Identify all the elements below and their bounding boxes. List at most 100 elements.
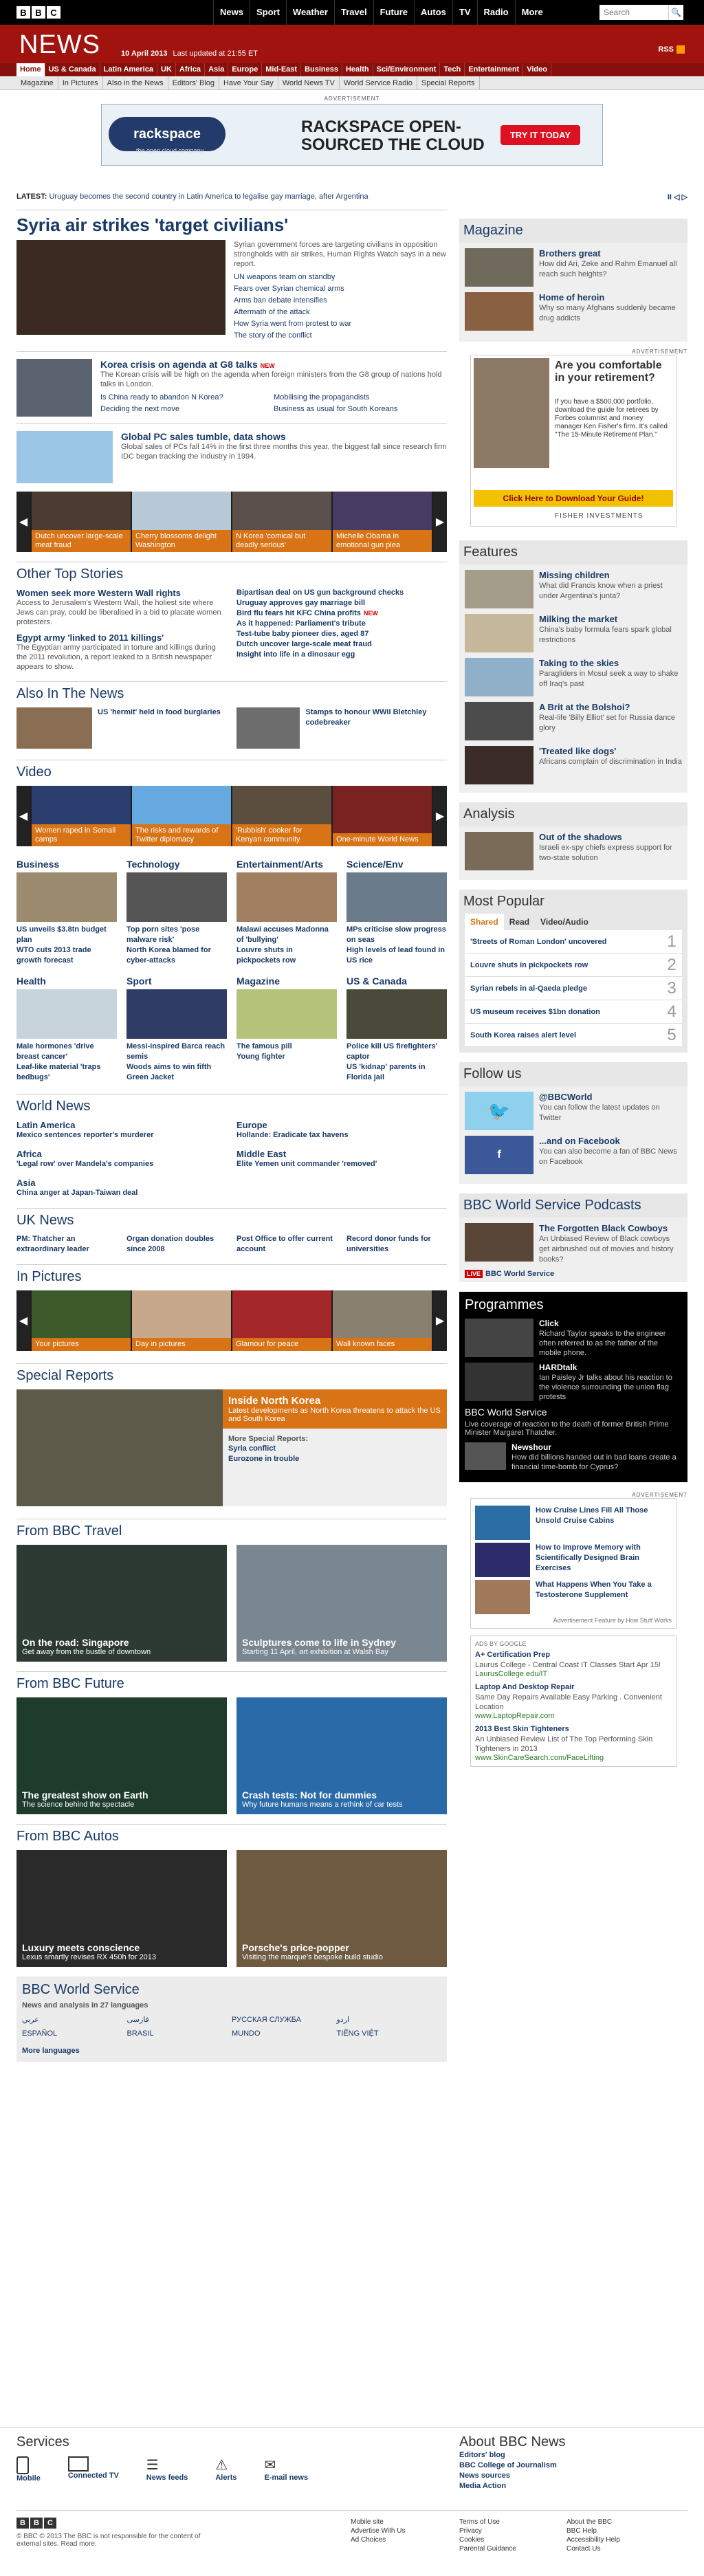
google-ad-url[interactable]: LaurusCollege.edu/IT — [475, 1670, 672, 1678]
section-home[interactable]: Home — [16, 63, 45, 76]
video-prev-arrow[interactable]: ◀ — [16, 786, 30, 846]
autos-card[interactable]: Porsche's price-popper Visiting the marqu… — [236, 1850, 447, 1967]
rackspace-ad[interactable]: rackspace the open cloud company RACKSPA… — [101, 104, 603, 166]
feature-thumb[interactable] — [465, 614, 534, 652]
strip-card[interactable]: Michelle Obama in emotional gun plea — [333, 492, 432, 552]
uk-news-link[interactable]: PM: Thatcher an extraordinary leader — [16, 1234, 117, 1255]
subnav-editors-blog[interactable]: Editors' Blog — [168, 76, 220, 89]
korea-link[interactable]: Business as usual for South Koreans — [274, 404, 447, 415]
magazine-link[interactable]: Brothers great — [539, 248, 682, 258]
future-card[interactable]: The greatest show on Earth The science be… — [16, 1697, 227, 1814]
strip-next-arrow[interactable]: ▶ — [433, 492, 447, 552]
footer-link[interactable]: BBC Help — [566, 2527, 620, 2535]
section-link[interactable]: Police kill US firefighters' captor — [346, 1042, 447, 1062]
ws-language[interactable]: BRASIL — [127, 2027, 232, 2040]
top-story-headline[interactable]: Syria air strikes 'target civilians' — [16, 214, 447, 236]
fisher-ad[interactable]: ADVERTISEMENT Are you comfortable in you… — [459, 349, 688, 527]
top-story-image[interactable] — [16, 240, 226, 335]
about-link[interactable]: Editors' blog — [459, 2450, 566, 2461]
google-ad-title[interactable]: A+ Certification Prep — [475, 1650, 672, 1660]
section-link[interactable]: Young fighter — [236, 1052, 337, 1062]
other-story-headline[interactable]: Egypt army 'linked to 2011 killings' — [16, 632, 227, 643]
section-europe[interactable]: Europe — [228, 63, 263, 76]
feature-link[interactable]: Taking to the skies — [539, 658, 682, 668]
ws-language[interactable]: MUNDO — [232, 2027, 337, 2040]
footer-link[interactable]: Ad Choices — [351, 2535, 405, 2544]
ws-heading[interactable]: BBC World Service — [22, 1982, 441, 1998]
autos-card[interactable]: Luxury meets conscience Lexus smartly rev… — [16, 1850, 227, 1967]
ws-language[interactable]: TIẾNG VIỆT — [337, 2027, 442, 2040]
tab-shared[interactable]: Shared — [465, 914, 504, 930]
section-us-canada[interactable]: US & Canada — [45, 63, 100, 76]
feature-link[interactable]: 'Treated like dogs' — [539, 746, 682, 756]
section-health[interactable]: Health — [342, 63, 373, 76]
podcasts-heading[interactable]: BBC World Service Podcasts — [459, 1193, 688, 1218]
section-uk[interactable]: UK — [157, 63, 176, 76]
also-link[interactable]: Stamps to honour WWII Bletchley codebrea… — [305, 707, 447, 749]
top-story-link[interactable]: UN weapons team on standby — [234, 272, 447, 283]
section-link[interactable]: Messi-inspired Barca reach semis — [126, 1042, 227, 1062]
nav-tv[interactable]: TV — [452, 0, 477, 25]
section-thumb[interactable] — [346, 989, 447, 1039]
ws-language[interactable]: РУССКАЯ СЛУЖБА — [232, 2013, 337, 2027]
region-link[interactable]: Elite Yemen unit commander 'removed' — [236, 1159, 447, 1169]
video-card[interactable]: 'Rubbish' cooker for Kenyan community — [232, 786, 331, 846]
section-latin-america[interactable]: Latin America — [100, 63, 157, 76]
travel-card[interactable]: Sculptures come to life in Sydney Startin… — [236, 1545, 447, 1662]
service-alerts[interactable]: ⚠ Alerts — [215, 2456, 236, 2483]
service-email[interactable]: ✉ E-mail news — [265, 2456, 309, 2483]
subnav-special-reports[interactable]: Special Reports — [417, 76, 480, 89]
also-image[interactable] — [16, 707, 92, 749]
about-link[interactable]: Media Action — [459, 2481, 566, 2491]
magazine-link[interactable]: Home of heroin — [539, 292, 682, 302]
strip-prev-arrow[interactable]: ◀ — [16, 492, 30, 552]
subnav-magazine[interactable]: Magazine — [16, 76, 58, 89]
programme-thumb[interactable] — [465, 1442, 506, 1470]
section-thumb[interactable] — [236, 989, 337, 1039]
top-story-link[interactable]: Fears over Syrian chemical arms — [234, 283, 447, 295]
special-report-link[interactable]: Syria conflict — [228, 1444, 441, 1454]
section-heading[interactable]: Technology — [126, 859, 227, 870]
magazine-thumb[interactable] — [465, 248, 534, 287]
footer-link[interactable]: Advertise With Us — [351, 2527, 405, 2535]
footer-link[interactable]: Privacy — [459, 2527, 516, 2535]
subnav-in-pictures[interactable]: In Pictures — [58, 76, 103, 89]
section-video[interactable]: Video — [523, 63, 551, 76]
section-thumb[interactable] — [126, 989, 227, 1039]
uk-news-link[interactable]: Organ donation doubles since 2008 — [126, 1234, 227, 1255]
feature-thumb[interactable] — [465, 702, 534, 740]
section-entertainment[interactable]: Entertainment — [465, 63, 524, 76]
programme-link[interactable]: HARDtalk — [539, 1363, 682, 1372]
also-link[interactable]: US 'hermit' held in food burglaries — [98, 707, 221, 749]
special-report-link[interactable]: Eurozone in trouble — [228, 1454, 441, 1464]
magazine-heading[interactable]: Magazine — [459, 219, 688, 243]
picture-card[interactable]: Your pictures — [32, 1290, 131, 1351]
google-ad-url[interactable]: www.SkinCareSearch.com/FaceLifting — [475, 1754, 672, 1762]
section-heading[interactable]: US & Canada — [346, 976, 447, 987]
feature-thumb[interactable] — [465, 570, 534, 608]
region-link[interactable]: Hollande: Eradicate tax havens — [236, 1130, 447, 1141]
nav-more[interactable]: More — [514, 0, 549, 25]
other-story-link[interactable]: Test-tube baby pioneer dies, aged 87 — [236, 629, 447, 639]
section-africa[interactable]: Africa — [176, 63, 206, 76]
popular-item[interactable]: Syrian rebels in al-Qaeda pledge 3 — [465, 977, 682, 1000]
service-mobile[interactable]: Mobile — [16, 2456, 41, 2483]
footer-link[interactable]: About the BBC — [566, 2518, 620, 2527]
footer-link[interactable]: Cookies — [459, 2535, 516, 2544]
podcast-link[interactable]: The Forgotten Black Cowboys — [539, 1223, 682, 1233]
subnav-world-service-radio[interactable]: World Service Radio — [340, 76, 417, 89]
popular-item[interactable]: South Korea raises alert level 5 — [465, 1024, 682, 1047]
about-link[interactable]: News sources — [459, 2471, 566, 2481]
section-link[interactable]: MPs criticise slow progress on seas — [346, 925, 447, 945]
other-story-link[interactable]: Bipartisan deal on US gun background che… — [236, 588, 447, 598]
analysis-thumb[interactable] — [465, 832, 534, 870]
popular-item[interactable]: US museum receives $1bn donation 4 — [465, 1000, 682, 1024]
section-link[interactable]: US unveils $3.8tn budget plan — [16, 925, 117, 945]
popular-item[interactable]: Louvre shuts in pickpockets row 2 — [465, 954, 682, 977]
other-story-link[interactable]: Bird flu fears hit KFC China profits NEW — [236, 608, 447, 619]
section-link[interactable]: US 'kidnap' parents in Florida jail — [346, 1062, 447, 1083]
footer-link[interactable]: Mobile site — [351, 2518, 405, 2527]
section-heading[interactable]: Entertainment/Arts — [236, 859, 337, 870]
twitter-icon[interactable]: 🐦 — [465, 1092, 534, 1130]
section-link[interactable]: Woods aims to win fifth Green Jacket — [126, 1062, 227, 1083]
